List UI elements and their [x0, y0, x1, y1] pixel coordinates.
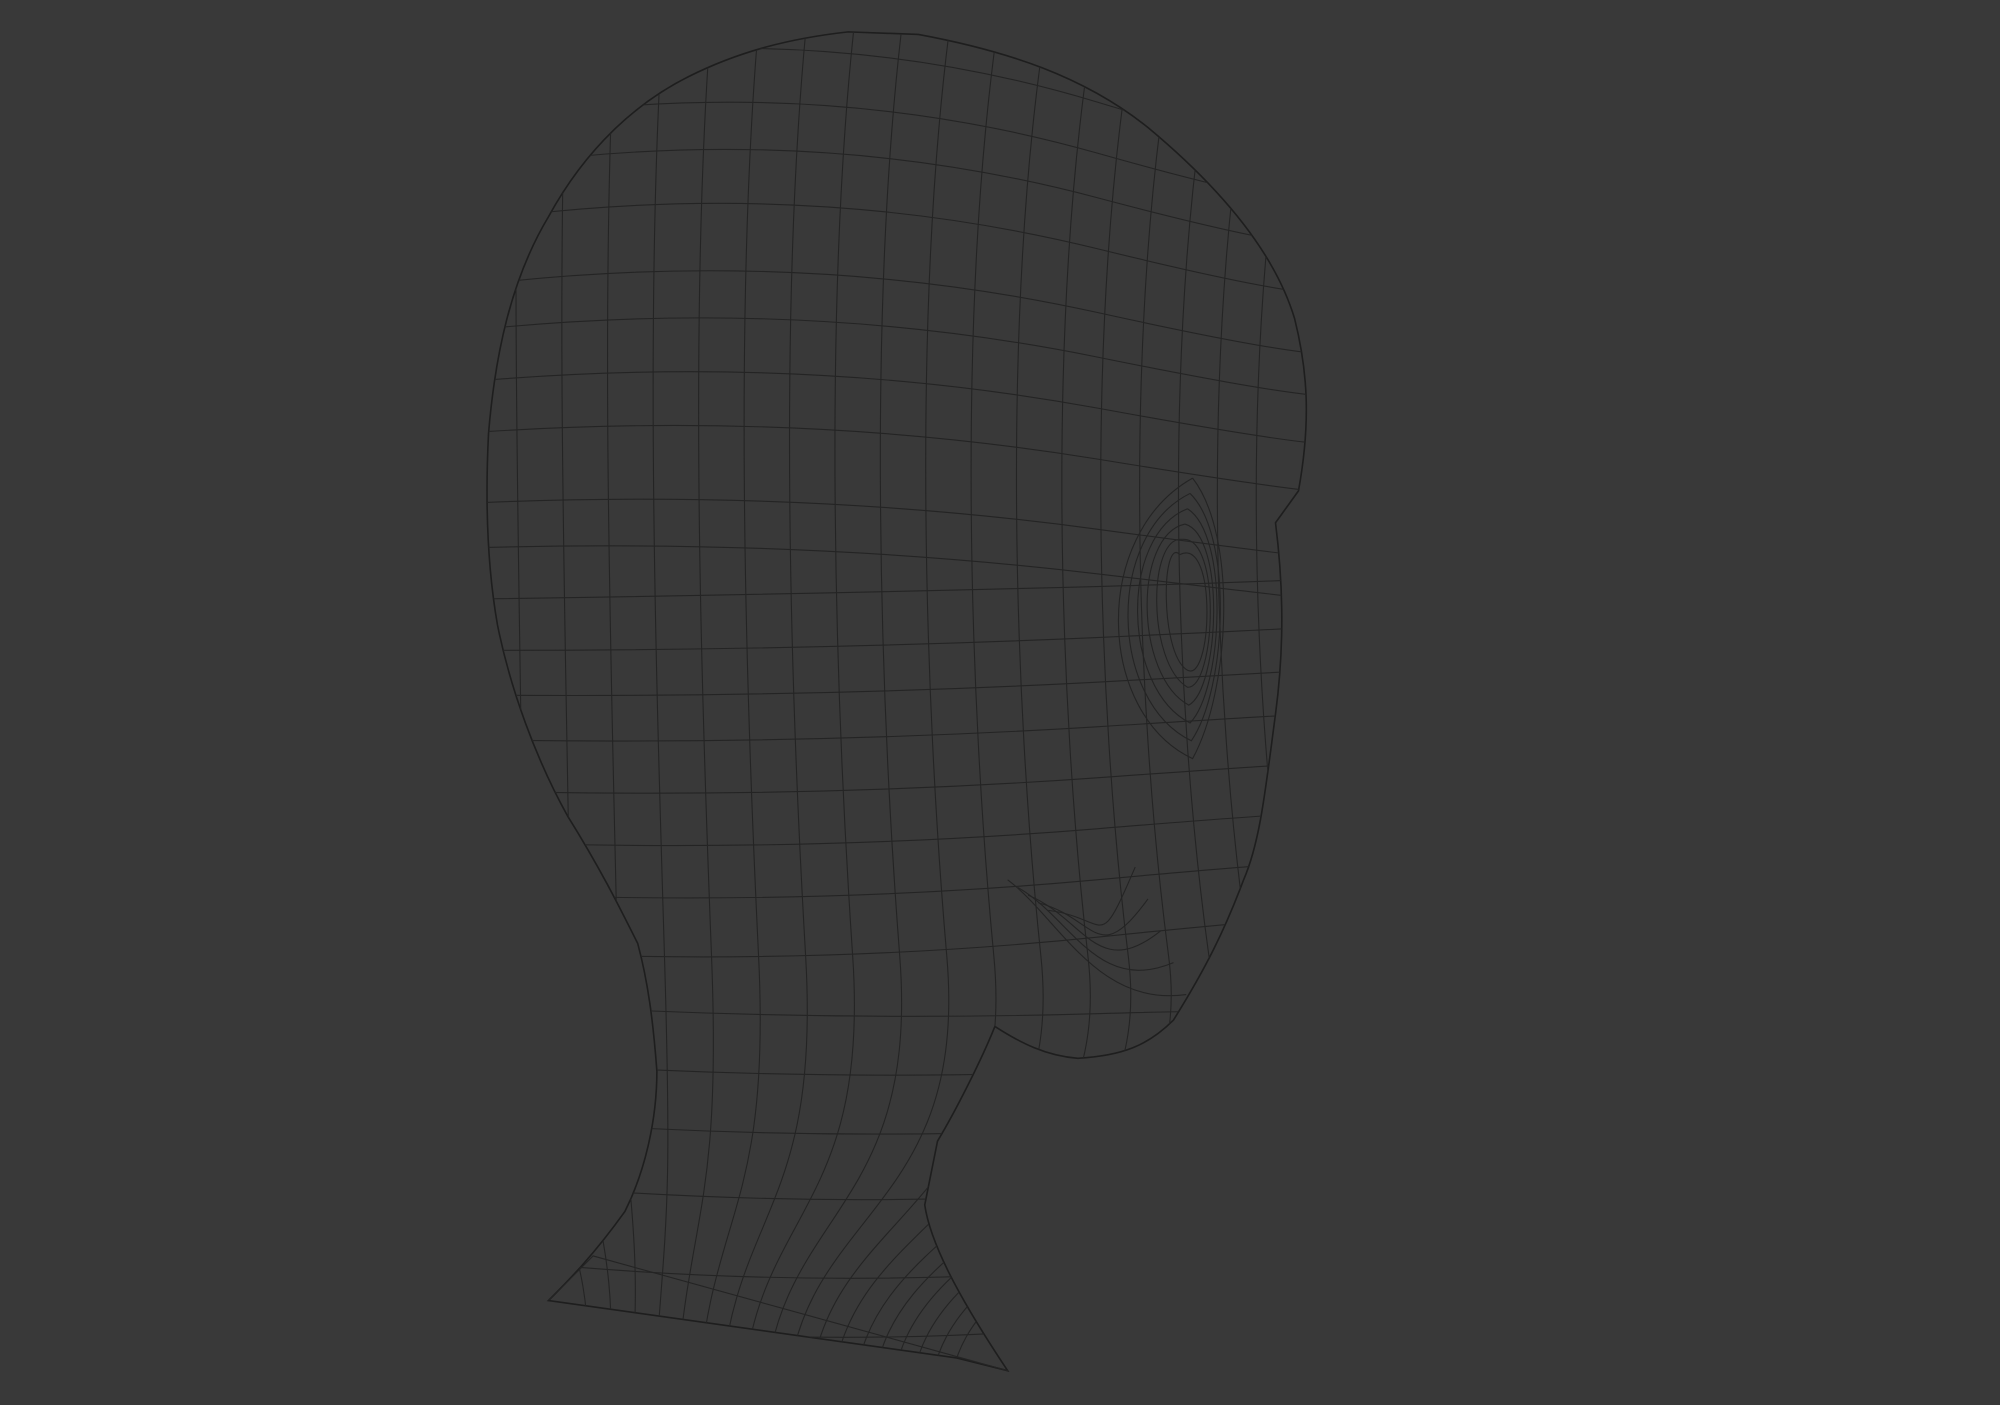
- head-wireframe[interactable]: [0, 0, 2000, 1400]
- 3d-viewport[interactable]: [0, 0, 2000, 1400]
